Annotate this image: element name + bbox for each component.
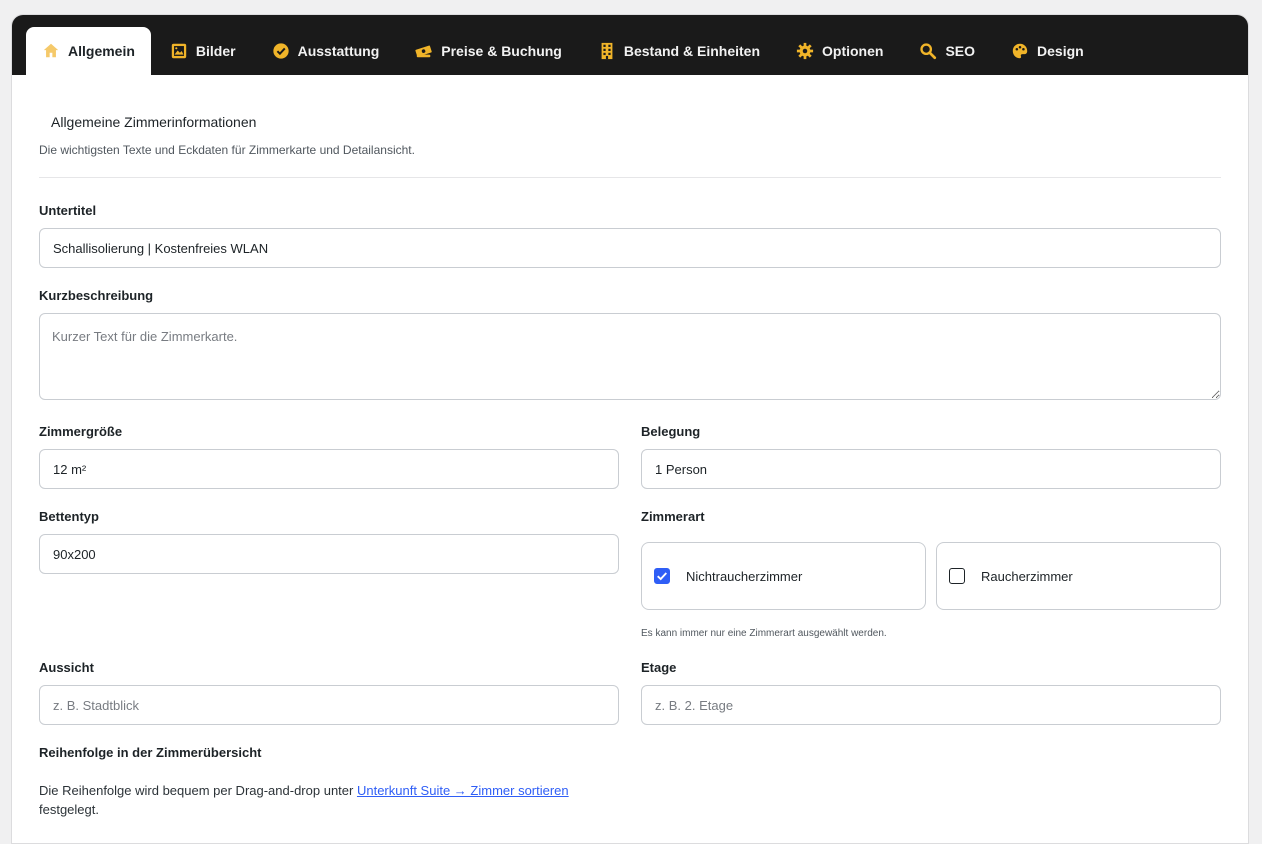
gear-icon: [796, 42, 814, 60]
form-content: Allgemeine Zimmerinformationen Die wicht…: [12, 114, 1248, 819]
room-type-options: Nichtraucherzimmer Raucherzimmer: [641, 542, 1221, 610]
checkbox-unchecked[interactable]: [949, 568, 965, 584]
tab-label: Ausstattung: [297, 43, 380, 59]
view-label: Aussicht: [39, 660, 94, 675]
bed-type-field-group: Bettentyp: [39, 509, 619, 639]
tab-label: Optionen: [822, 43, 884, 59]
occupancy-input[interactable]: [641, 449, 1221, 489]
option-label: Nichtraucherzimmer: [686, 568, 803, 584]
settings-panel: Allgemein Bilder Ausstattung Preise & Bu…: [11, 14, 1249, 844]
building-icon: [598, 42, 616, 60]
room-size-label: Zimmergröße: [39, 424, 123, 439]
check-circle-icon: [272, 42, 290, 60]
image-icon: [170, 42, 188, 60]
room-size-field-group: Zimmergröße: [39, 424, 619, 489]
section-title: Allgemeine Zimmerinformationen: [51, 114, 257, 130]
tab-optionen[interactable]: Optionen: [779, 27, 900, 75]
tab-label: Design: [1037, 43, 1084, 59]
checkbox-checked[interactable]: [654, 568, 670, 584]
order-label: Reihenfolge in der Zimmerübersicht: [39, 745, 262, 760]
tab-label: Bestand & Einheiten: [623, 43, 760, 59]
home-icon: [42, 42, 60, 60]
search-icon: [919, 42, 937, 60]
bed-type-label: Bettentyp: [39, 509, 99, 524]
floor-label: Etage: [641, 660, 677, 675]
check-icon: [657, 572, 667, 581]
subtitle-field-group: Untertitel: [39, 203, 1221, 268]
room-size-input[interactable]: [39, 449, 619, 489]
money-icon: [415, 42, 433, 60]
tab-ausstattung[interactable]: Ausstattung: [255, 27, 397, 75]
occupancy-field-group: Belegung: [641, 424, 1221, 489]
order-note-suffix: festgelegt.: [39, 802, 99, 817]
tab-design[interactable]: Design: [994, 27, 1101, 75]
tab-seo[interactable]: SEO: [902, 27, 992, 75]
order-group: Reihenfolge in der Zimmerübersicht Die R…: [39, 745, 1221, 819]
tab-label: Preise & Buchung: [441, 43, 562, 59]
floor-input[interactable]: [641, 685, 1221, 725]
tab-bestand-einheiten[interactable]: Bestand & Einheiten: [581, 27, 777, 75]
tab-label: Allgemein: [68, 43, 135, 59]
sort-rooms-link[interactable]: Unterkunft Suite → Zimmer sortieren: [357, 783, 569, 798]
subtitle-label: Untertitel: [39, 203, 97, 218]
order-note: Die Reihenfolge wird bequem per Drag-and…: [39, 781, 599, 819]
view-input[interactable]: [39, 685, 619, 725]
short-description-textarea[interactable]: [39, 313, 1221, 400]
divider: [39, 177, 1221, 178]
floor-field-group: Etage: [641, 660, 1221, 725]
short-description-label: Kurzbeschreibung: [39, 288, 154, 303]
subtitle-input[interactable]: [39, 228, 1221, 268]
tab-bilder[interactable]: Bilder: [153, 27, 253, 75]
order-note-text: Die Reihenfolge wird bequem per Drag-and…: [39, 783, 357, 798]
view-field-group: Aussicht: [39, 660, 619, 725]
tab-label: SEO: [945, 43, 976, 59]
room-type-option-nichtraucher[interactable]: Nichtraucherzimmer: [641, 542, 926, 610]
view-floor-row: Aussicht Etage: [39, 660, 1221, 725]
bed-type-input[interactable]: [39, 534, 619, 574]
tab-allgemein[interactable]: Allgemein: [26, 27, 151, 75]
room-type-label: Zimmerart: [641, 509, 705, 524]
option-label: Raucherzimmer: [981, 568, 1073, 584]
bed-roomtype-row: Bettentyp Zimmerart Nichtraucherzimmer R…: [39, 509, 1221, 639]
tab-bar: Allgemein Bilder Ausstattung Preise & Bu…: [12, 15, 1248, 75]
short-description-field-group: Kurzbeschreibung: [39, 288, 1221, 405]
occupancy-label: Belegung: [641, 424, 701, 439]
tab-label: Bilder: [195, 43, 236, 59]
room-type-option-raucher[interactable]: Raucherzimmer: [936, 542, 1221, 610]
room-type-hint: Es kann immer nur eine Zimmerart ausgewä…: [641, 628, 887, 639]
size-occupancy-row: Zimmergröße Belegung: [39, 424, 1221, 489]
room-type-field-group: Zimmerart Nichtraucherzimmer Raucherzimm…: [641, 509, 1221, 639]
palette-icon: [1011, 42, 1029, 60]
tab-preise-buchung[interactable]: Preise & Buchung: [398, 27, 579, 75]
section-description: Die wichtigsten Texte und Eckdaten für Z…: [39, 143, 415, 157]
